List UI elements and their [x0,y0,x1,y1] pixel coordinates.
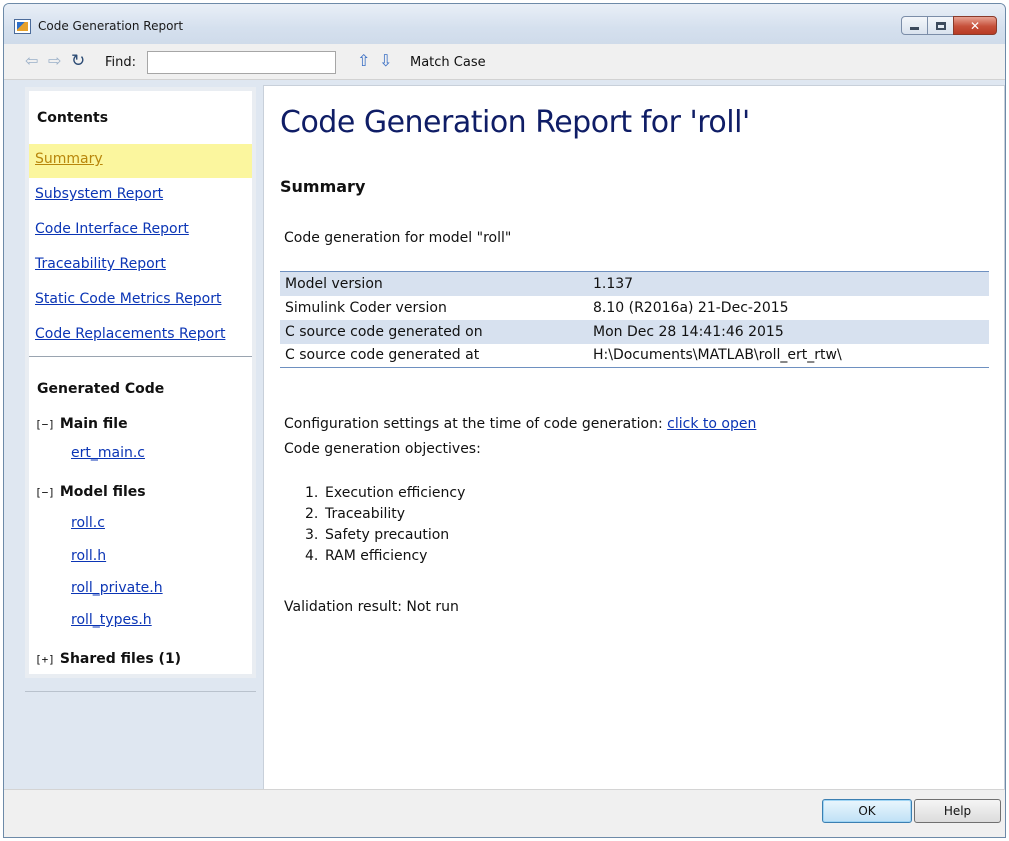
contents-heading: Contents [37,110,109,126]
list-text: Safety precaution [325,527,450,543]
summary-table: Model version 1.137 Simulink Coder versi… [280,271,989,368]
config-settings-text: Configuration settings at the time of co… [284,416,668,432]
close-icon: ✕ [969,18,981,33]
tree-group-label: Shared files (1) [59,651,182,667]
expand-toggle[interactable]: [+] [35,653,55,666]
navigation-list: Contents Summary Subsystem Report Code I… [29,91,252,674]
generated-code-heading: Generated Code [37,381,165,397]
find-label: Find: [105,55,137,70]
title-bar: Code Generation Report ✕ [4,4,1005,44]
report-window: Code Generation Report ✕ ⇦ ⇨ ↻ Find: ⇧ ⇩… [3,3,1006,838]
list-item: 4. RAM efficiency [305,546,465,567]
list-number: 3. [305,527,319,543]
table-row: C source code generated at H:\Documents\… [280,344,989,368]
intro-text: Code generation for model "roll" [284,230,512,246]
file-link-roll-h[interactable]: roll.h [71,548,106,564]
navigation-panel: Contents Summary Subsystem Report Code I… [25,87,256,692]
list-text: Traceability [325,506,406,522]
minimize-icon [902,17,927,34]
nav-link-code-replacements-report[interactable]: Code Replacements Report [35,326,225,342]
file-link-roll-private-h[interactable]: roll_private.h [71,580,163,596]
back-arrow-icon[interactable]: ⇦ [25,53,38,69]
forward-arrow-icon[interactable]: ⇨ [48,53,61,69]
config-open-link[interactable]: click to open [667,416,756,432]
find-input[interactable] [147,51,336,74]
row-value: 1.137 [588,271,989,296]
toolbar: ⇦ ⇨ ↻ Find: ⇧ ⇩ Match Case [4,44,1005,80]
list-text: Execution efficiency [325,485,466,501]
find-next-icon[interactable]: ⇩ [379,53,392,69]
table-row: C source code generated on Mon Dec 28 14… [280,319,989,344]
app-icon [14,19,31,34]
maximize-icon [928,17,953,34]
file-link-ert-main-c[interactable]: ert_main.c [71,445,145,461]
objectives-label: Code generation objectives: [284,441,481,457]
refresh-icon[interactable]: ↻ [71,53,85,70]
panel-divider [29,356,252,357]
help-button[interactable]: Help [914,799,1001,823]
nav-link-summary[interactable]: Summary [29,144,252,178]
row-key: C source code generated on [280,319,588,344]
validation-result: Validation result: Not run [284,599,459,615]
list-item: 2. Traceability [305,504,465,525]
row-value: H:\Documents\MATLAB\roll_ert_rtw\ [593,347,842,364]
list-item: 3. Safety precaution [305,525,465,546]
nav-link-traceability-report[interactable]: Traceability Report [35,256,166,272]
row-key: C source code generated at [285,347,480,364]
file-link-roll-c[interactable]: roll.c [71,515,105,531]
page-title: Code Generation Report for 'roll' [280,105,750,140]
list-item: 1. Execution efficiency [305,483,465,504]
close-button[interactable]: ✕ [953,16,997,35]
nav-link-code-interface-report[interactable]: Code Interface Report [35,221,189,237]
panel-bottom-divider [25,691,256,692]
button-bar: OK Help [4,789,1005,837]
tree-group-label: Model files [59,484,146,500]
tree-group-shared-files[interactable]: [+] Shared files (1) [35,651,181,667]
table-row: Simulink Coder version 8.10 (R2016a) 21-… [280,296,989,320]
collapse-toggle[interactable]: [−] [35,418,55,431]
row-key: Simulink Coder version [285,299,447,316]
list-number: 1. [305,485,319,501]
table-row: Model version 1.137 [280,271,989,296]
file-link-roll-types-h[interactable]: roll_types.h [71,612,152,628]
row-value: Mon Dec 28 14:41:46 2015 [588,319,989,344]
nav-link-subsystem-report[interactable]: Subsystem Report [35,186,163,202]
list-number: 2. [305,506,319,522]
nav-link-static-code-metrics-report[interactable]: Static Code Metrics Report [35,291,221,307]
match-case-toggle[interactable]: Match Case [410,55,486,70]
report-document: Code Generation Report for 'roll' Summar… [263,85,1005,797]
tree-group-main-file[interactable]: [−] Main file [35,416,128,432]
minimize-button[interactable] [901,16,928,35]
content-area: Contents Summary Subsystem Report Code I… [4,80,1005,797]
row-value: 8.10 (R2016a) 21-Dec-2015 [593,299,789,316]
ok-button[interactable]: OK [822,799,912,823]
objectives-list: 1. Execution efficiency 2. Traceability 3.… [305,483,465,567]
section-heading: Summary [280,177,366,196]
tree-group-model-files[interactable]: [−] Model files [35,484,146,500]
config-settings-line: Configuration settings at the time of co… [284,416,756,432]
tree-group-label: Main file [59,416,128,432]
maximize-button[interactable] [927,16,954,35]
row-key: Model version [280,271,588,296]
list-text: RAM efficiency [325,548,428,564]
collapse-toggle[interactable]: [−] [35,486,55,499]
window-title: Code Generation Report [38,19,184,33]
list-number: 4. [305,548,319,564]
find-previous-icon[interactable]: ⇧ [357,53,370,69]
window-controls: ✕ [901,16,997,35]
